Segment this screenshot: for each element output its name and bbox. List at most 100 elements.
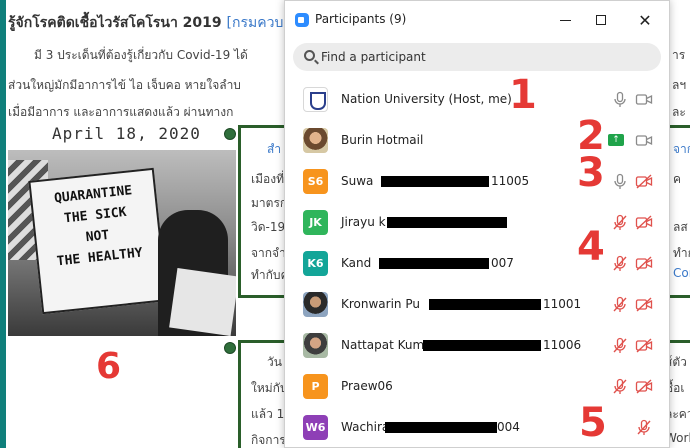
redaction-bar — [385, 422, 497, 433]
box2-line-4: กิจการ — [251, 433, 286, 447]
video-off-icon[interactable] — [635, 337, 653, 354]
participant-row[interactable]: JK Jirayu k — [285, 202, 669, 243]
search-input[interactable] — [321, 47, 641, 67]
video-icon[interactable] — [635, 91, 653, 108]
participant-name-tail: 11005 — [491, 174, 530, 188]
mic-muted-icon[interactable] — [635, 419, 653, 436]
window-title: Participants (9) — [315, 12, 407, 26]
globe-icon[interactable] — [224, 128, 236, 140]
participant-name: Nation University (Host, me) — [341, 92, 512, 106]
mic-icon[interactable] — [611, 173, 629, 190]
video-off-icon[interactable] — [635, 378, 653, 395]
mic-icon[interactable] — [611, 91, 629, 108]
participant-avatar — [303, 87, 328, 112]
video-icon[interactable] — [635, 132, 653, 149]
video-off-icon[interactable] — [635, 296, 653, 313]
box1-edge-3: ลส — [673, 220, 688, 234]
participant-avatar: S6 — [303, 169, 328, 194]
participant-row[interactable]: P Praew06 — [285, 366, 669, 407]
mic-muted-icon[interactable] — [611, 296, 629, 313]
left-accent-strip — [0, 0, 6, 448]
participant-avatar — [303, 333, 328, 358]
maximize-icon — [596, 15, 606, 25]
close-button[interactable]: ✕ — [629, 7, 661, 33]
article-line-1: มี 3 ประเด็นที่ต้องรู้เกี่ยวกับ Covid-19… — [34, 48, 248, 62]
participant-avatar: K6 — [303, 251, 328, 276]
participant-row[interactable]: K6 Kand 007 4 — [285, 227, 669, 284]
globe-icon[interactable] — [224, 342, 236, 354]
participant-row[interactable]: Nation University (Host, me) 1 — [285, 75, 669, 120]
protest-photo: QUARANTINE THE SICK NOT THE HEALTHY — [8, 150, 236, 336]
screen-share-icon[interactable]: ↑ — [608, 134, 624, 146]
box1-line-2: เมืองที่ — [251, 172, 284, 186]
participant-name: Kronwarin Pu — [341, 297, 420, 311]
participant-name-tail: 11006 — [543, 338, 582, 352]
video-off-icon[interactable] — [635, 173, 653, 190]
participant-row[interactable]: S6 Suwa 11005 3 — [285, 153, 669, 202]
minimize-button[interactable] — [549, 7, 581, 33]
redaction-bar — [387, 217, 507, 228]
box2-line-1: วัน — [267, 355, 282, 369]
participant-name: Suwa — [341, 174, 374, 188]
participant-name: Wachira — [341, 420, 390, 434]
article-edge-3: ละ 3 — [672, 105, 690, 119]
participant-avatar: JK — [303, 210, 328, 235]
search-icon — [304, 50, 315, 61]
participant-search[interactable] — [293, 43, 661, 71]
participant-row[interactable]: W6 Wachira 004 5 — [285, 403, 669, 447]
participant-avatar: W6 — [303, 415, 328, 440]
minimize-icon — [559, 19, 571, 21]
annotation-number: 5 — [579, 400, 607, 446]
participant-row[interactable]: Kronwarin Pu 11001 — [285, 284, 669, 325]
box1-line-1: สำ — [267, 142, 282, 156]
participant-row[interactable]: Nattapat Kum 11006 — [285, 325, 669, 366]
box2-line-2: ใหม่กับ — [251, 381, 288, 395]
screen: รู้จักโรคติดเชื้อไวรัสโคโรนา 2019 [กรมคว… — [0, 0, 690, 448]
video-off-icon[interactable] — [635, 255, 653, 272]
box2-line-3: แล้ว 1 — [251, 407, 285, 421]
photo-sign-secondary — [169, 267, 236, 336]
redaction-bar — [381, 176, 489, 187]
box1-line-4: วิด-19 — [251, 220, 286, 234]
mic-muted-icon[interactable] — [611, 214, 629, 231]
mic-muted-icon[interactable] — [611, 255, 629, 272]
photo-sign: QUARANTINE THE SICK NOT THE HEALTHY — [28, 167, 168, 315]
participant-name: Burin Hotmail — [341, 133, 424, 147]
participant-name: Kand — [341, 256, 372, 270]
participant-avatar — [303, 292, 328, 317]
article-edge-2: ลฯ — [672, 78, 687, 92]
annotation-number: 1 — [509, 72, 537, 118]
annotation-6: 6 — [96, 346, 122, 387]
window-titlebar[interactable]: Participants (9) ✕ — [285, 1, 669, 39]
box1-line-5: จากจำ — [251, 246, 286, 260]
participant-name-tail: 007 — [491, 256, 514, 270]
participant-name: Praew06 — [341, 379, 393, 393]
box1-edge-4: ทำกั — [673, 246, 690, 260]
mic-muted-icon[interactable] — [611, 337, 629, 354]
article-line-3: เมื่อมีอาการ และอาการแสดงแล้ว ผ่านทางก — [8, 105, 234, 119]
redaction-bar — [379, 258, 489, 269]
participants-window: Participants (9) ✕ Nation University (Ho… — [284, 0, 670, 448]
participant-row[interactable]: Burin Hotmail ↑ 2 — [285, 116, 669, 161]
participant-name: Jirayu k — [341, 215, 386, 229]
redaction-bar — [429, 299, 541, 310]
annotation-number: 3 — [577, 150, 605, 196]
participant-avatar: P — [303, 374, 328, 399]
redaction-bar — [423, 340, 541, 351]
maximize-button[interactable] — [585, 7, 617, 33]
box1-line-3: มาตรก — [251, 196, 288, 210]
participant-name: Nattapat Kum — [341, 338, 425, 352]
video-off-icon[interactable] — [635, 214, 653, 231]
participant-name-tail: 004 — [497, 420, 520, 434]
participant-name-tail: 11001 — [543, 297, 582, 311]
post-date: April 18, 2020 — [52, 124, 201, 143]
participant-avatar — [303, 128, 328, 153]
box1-edge-1: จาก — [673, 142, 690, 156]
article-line-2: ส่วนใหญ่มักมีอาการไข้ ไอ เจ็บคอ หายใจลำบ — [8, 78, 241, 92]
mic-muted-icon[interactable] — [611, 378, 629, 395]
article-edge-1: าร — [672, 48, 686, 62]
participant-list: Nation University (Host, me) 1 Burin Hotma… — [285, 75, 669, 447]
annotation-number: 4 — [577, 224, 605, 270]
close-icon: ✕ — [638, 10, 652, 30]
article-title: รู้จักโรคติดเชื้อไวรัสโคโรนา 2019 [กรมคว… — [8, 12, 302, 34]
